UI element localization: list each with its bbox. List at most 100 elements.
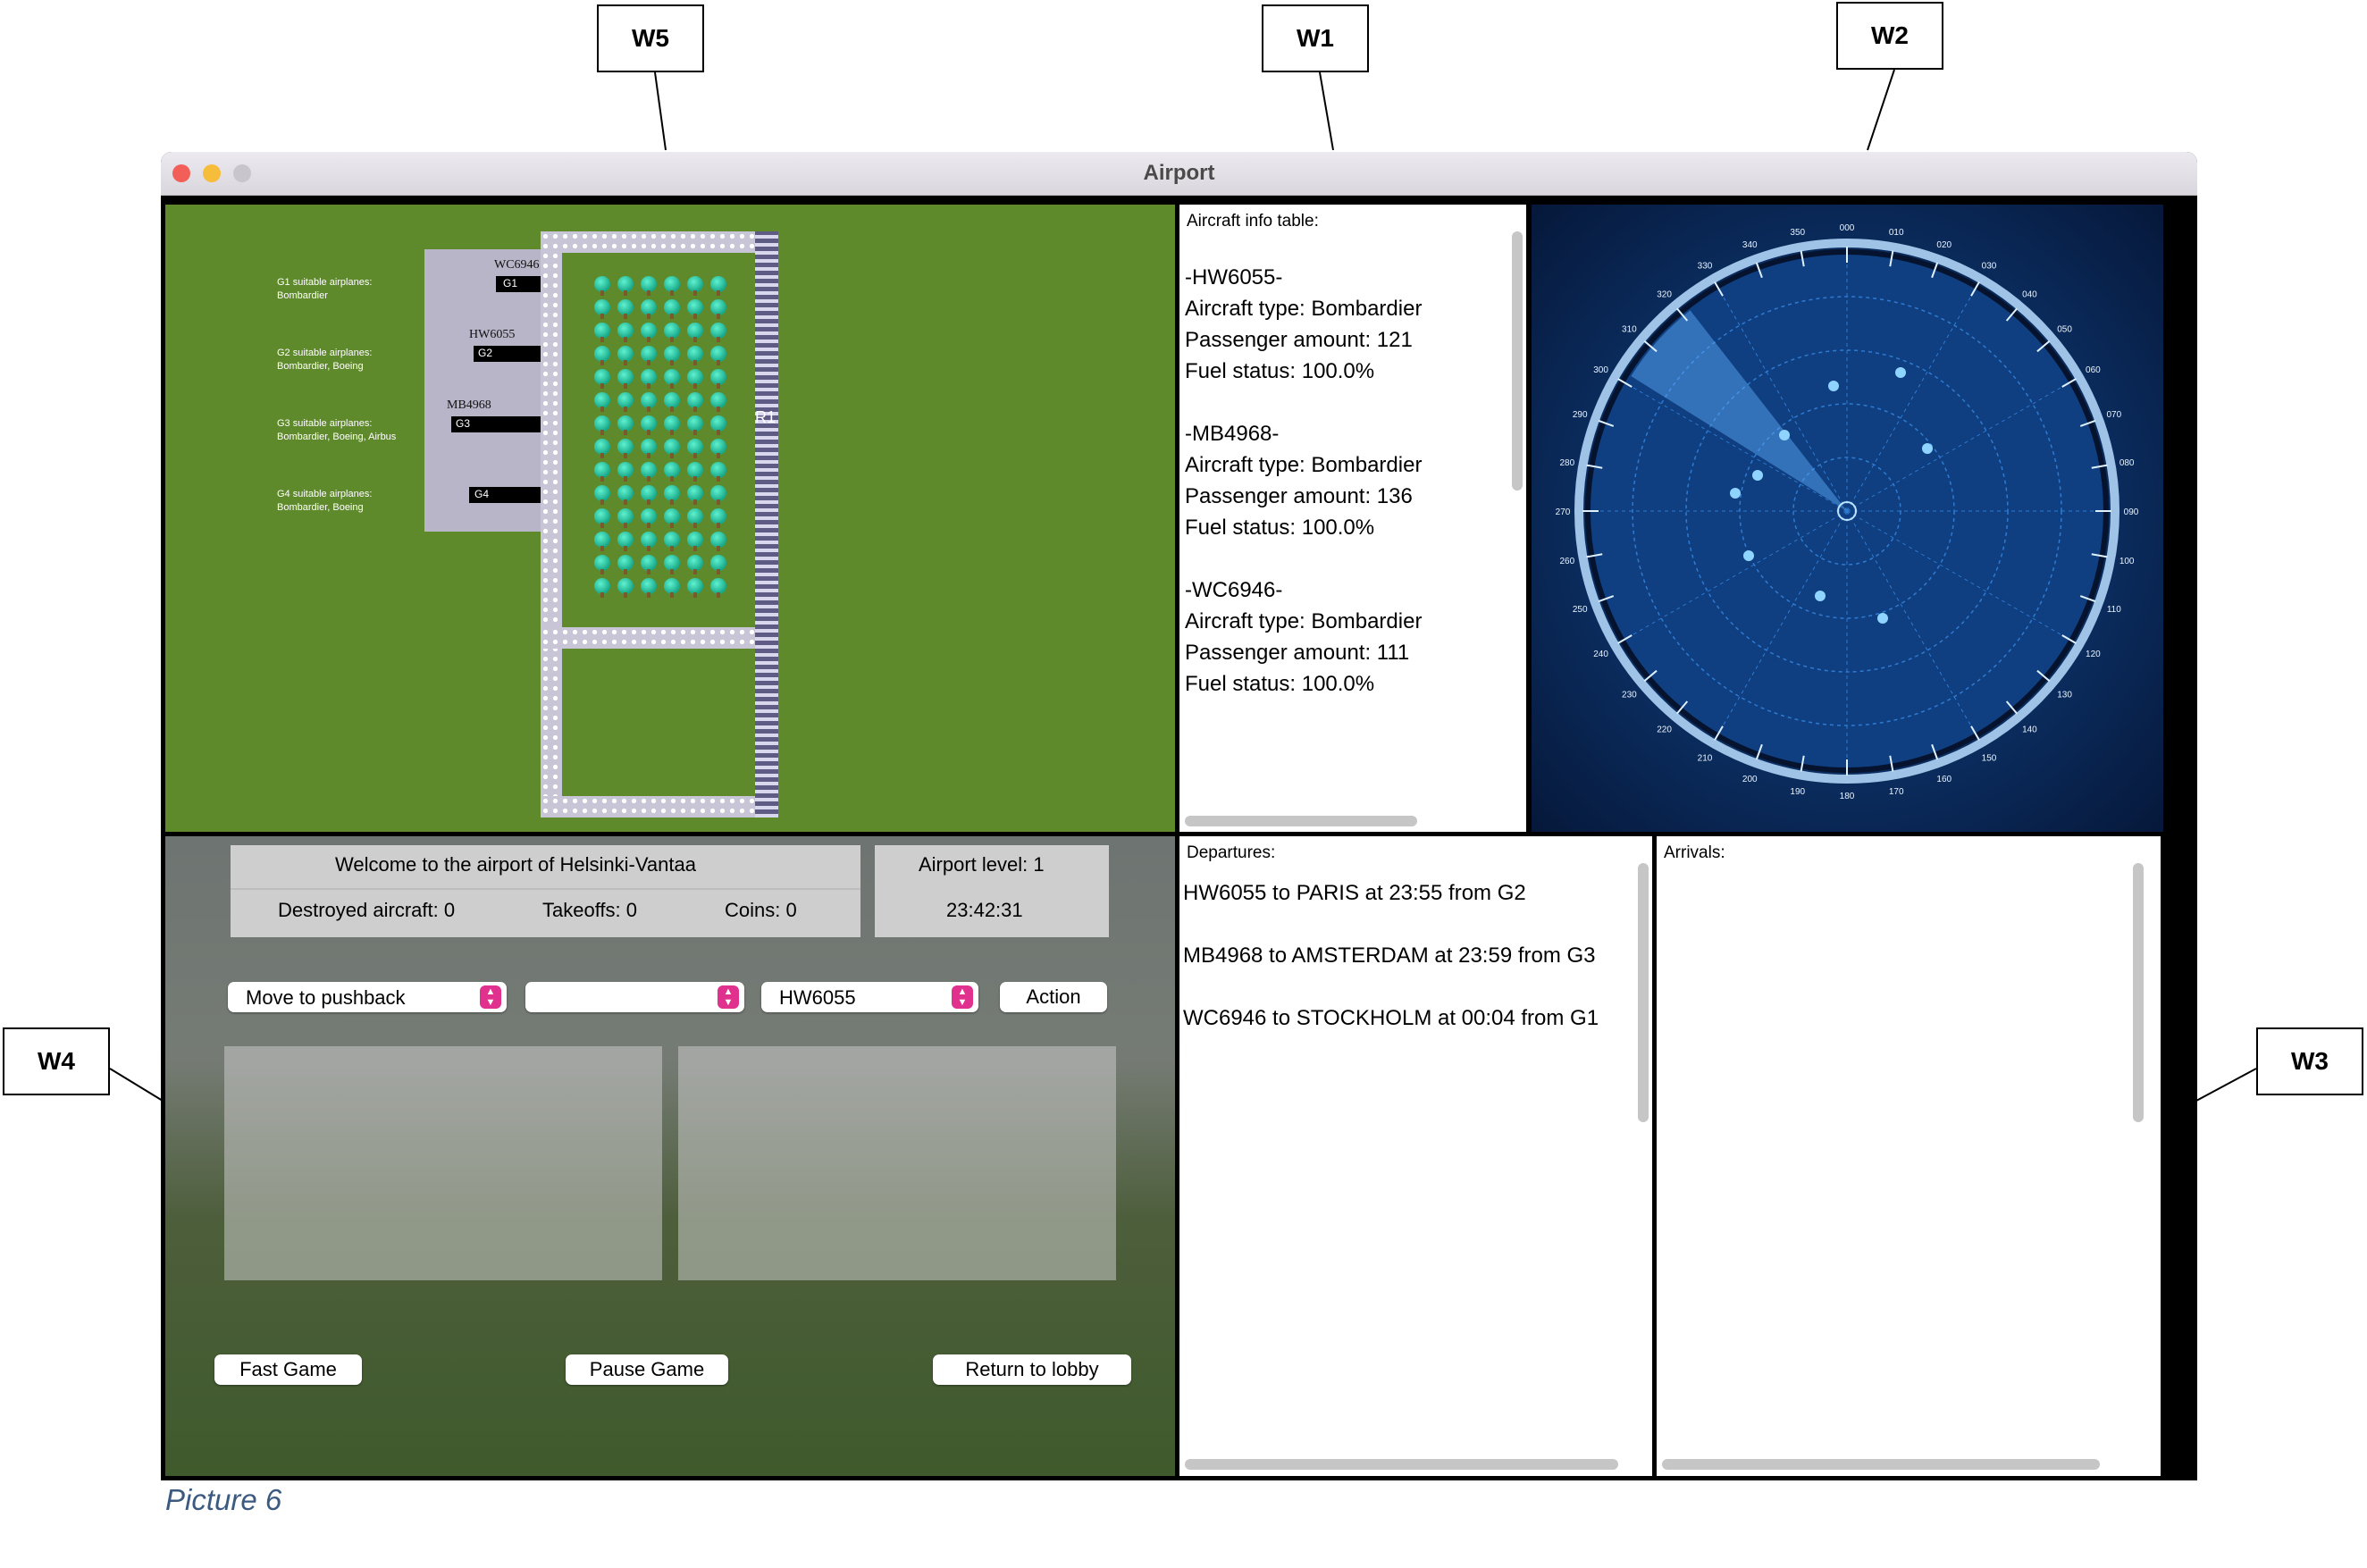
window-title: Airport [1143,161,1215,185]
airport-level: Airport level: 1 [919,853,1045,876]
tree-icon [664,508,680,528]
tree-icon [664,439,680,458]
aircraft-info-panel[interactable]: Aircraft info table: -HW6055- Aircraft t… [1179,205,1526,832]
tree-icon [664,276,680,296]
tree-icon [710,323,726,342]
radar-bearing-label: 150 [1982,753,1997,763]
tree-icon [687,276,703,296]
radar-bearing-label: 270 [1556,507,1571,517]
action-select[interactable]: Move to pushback ▲ ▼ [228,982,507,1012]
radar-bearing-label: 230 [1622,690,1637,700]
tree-icon [617,485,634,505]
tree-icon [710,485,726,505]
taxiway-left [541,231,562,818]
taxiway-top [541,231,755,253]
tree-icon [641,462,657,482]
radar-bearing-label: 050 [2057,325,2072,335]
arrivals-panel[interactable]: Arrivals: [1657,836,2161,1476]
return-to-lobby-button[interactable]: Return to lobby [933,1354,1131,1385]
gate-info-g1: G1 suitable airplanes: Bombardier [277,276,372,303]
target-select[interactable]: ▲ ▼ [525,982,744,1012]
departures-horizontal-scrollbar[interactable] [1185,1459,1618,1470]
radar-bearing-label: 280 [1559,458,1574,468]
tree-icon [641,276,657,296]
tree-icon [641,415,657,435]
tree-icon [664,462,680,482]
radar-bearing-label: 240 [1593,650,1608,659]
tree-icon [687,415,703,435]
gate-info-g4-line1: G4 suitable airplanes: [277,489,373,499]
radar-bearing-label: 310 [1622,325,1637,335]
tree-icon [664,415,680,435]
flight-select[interactable]: HW6055 ▲ ▼ [761,982,978,1012]
action-button[interactable]: Action [1000,982,1107,1012]
aircraft-fuel: Fuel status: 100.0% [1185,359,1375,383]
radar-bearing-label: 030 [1982,262,1997,272]
radar-bearing-label: 020 [1936,240,1952,250]
tree-icon [641,369,657,389]
fast-game-button[interactable]: Fast Game [214,1354,362,1385]
radar-bearing-label: 100 [2119,557,2135,566]
game-clock: 23:42:31 [946,899,1023,921]
tree-icon [687,555,703,574]
tree-icon [687,323,703,342]
radar-blip [1895,367,1906,378]
leader-line-w3 [2195,1068,2257,1102]
info-horizontal-scrollbar[interactable] [1185,816,1417,826]
arrivals-vertical-scrollbar[interactable] [2133,863,2144,1122]
airport-map-panel[interactable]: G1 suitable airplanes: Bombardier G2 sui… [165,205,1175,832]
panel-divider [231,888,860,890]
action-select-value: Move to pushback [246,986,406,1009]
tree-icon [641,555,657,574]
gate-g1-label: G1 [503,277,518,289]
radar-bearing-label: 350 [1790,228,1805,238]
aircraft-id: -HW6055- [1185,265,1283,289]
radar-bearing-label: 170 [1889,787,1904,797]
gate-g3-label: G3 [456,417,471,430]
departures-panel[interactable]: Departures: HW6055 to PARIS at 23:55 fro… [1179,836,1652,1476]
departures-label: Departures: [1187,843,1276,862]
radar-bearing-label: 140 [2022,725,2037,735]
plane-tag-hw6055[interactable]: HW6055 [469,328,515,342]
tree-icon [641,439,657,458]
departure-row: HW6055 to PARIS at 23:55 from G2 [1183,881,1526,905]
tree-icon [664,578,680,598]
title-bar[interactable]: Airport [161,152,2197,196]
tree-icon [617,578,634,598]
departures-vertical-scrollbar[interactable] [1638,863,1649,1122]
leader-line-w1 [1319,71,1334,151]
tree-icon [641,346,657,365]
aircraft-id: -WC6946- [1185,578,1283,602]
tree-icon [594,369,610,389]
pause-game-button[interactable]: Pause Game [566,1354,728,1385]
radar-bearing-label: 340 [1742,240,1758,250]
tree-icon [641,485,657,505]
arrivals-horizontal-scrollbar[interactable] [1662,1459,2100,1470]
tree-icon [594,578,610,598]
updown-arrow-icon: ▲ ▼ [952,985,973,1009]
aircraft-fuel: Fuel status: 100.0% [1185,516,1375,540]
tree-icon [664,369,680,389]
aircraft-type: Aircraft type: Bombardier [1185,453,1423,477]
tree-icon [594,462,610,482]
radar-bearing-label: 190 [1790,787,1805,797]
info-vertical-scrollbar[interactable] [1512,231,1523,491]
tree-icon [617,439,634,458]
tree-icon [641,532,657,551]
radar-blip [1779,430,1790,440]
gate-info-g3-line2: Bombardier, Boeing, Airbus [277,432,397,442]
tree-icon [641,323,657,342]
runway-r1[interactable] [755,231,778,818]
radar-bearing-label: 320 [1657,289,1672,299]
tree-icon [687,532,703,551]
airport-window: Airport G1 suitable airplanes: Bombardie… [161,152,2197,1480]
tree-icon [664,555,680,574]
tree-icon [594,392,610,412]
tree-icon [710,276,726,296]
radar-bearing-label: 000 [1840,223,1855,233]
plane-tag-wc6946[interactable]: WC6946 [494,258,540,273]
tree-icon [594,346,610,365]
plane-tag-mb4968[interactable]: MB4968 [447,398,491,413]
aircraft-fuel: Fuel status: 100.0% [1185,672,1375,696]
tree-icon [710,369,726,389]
